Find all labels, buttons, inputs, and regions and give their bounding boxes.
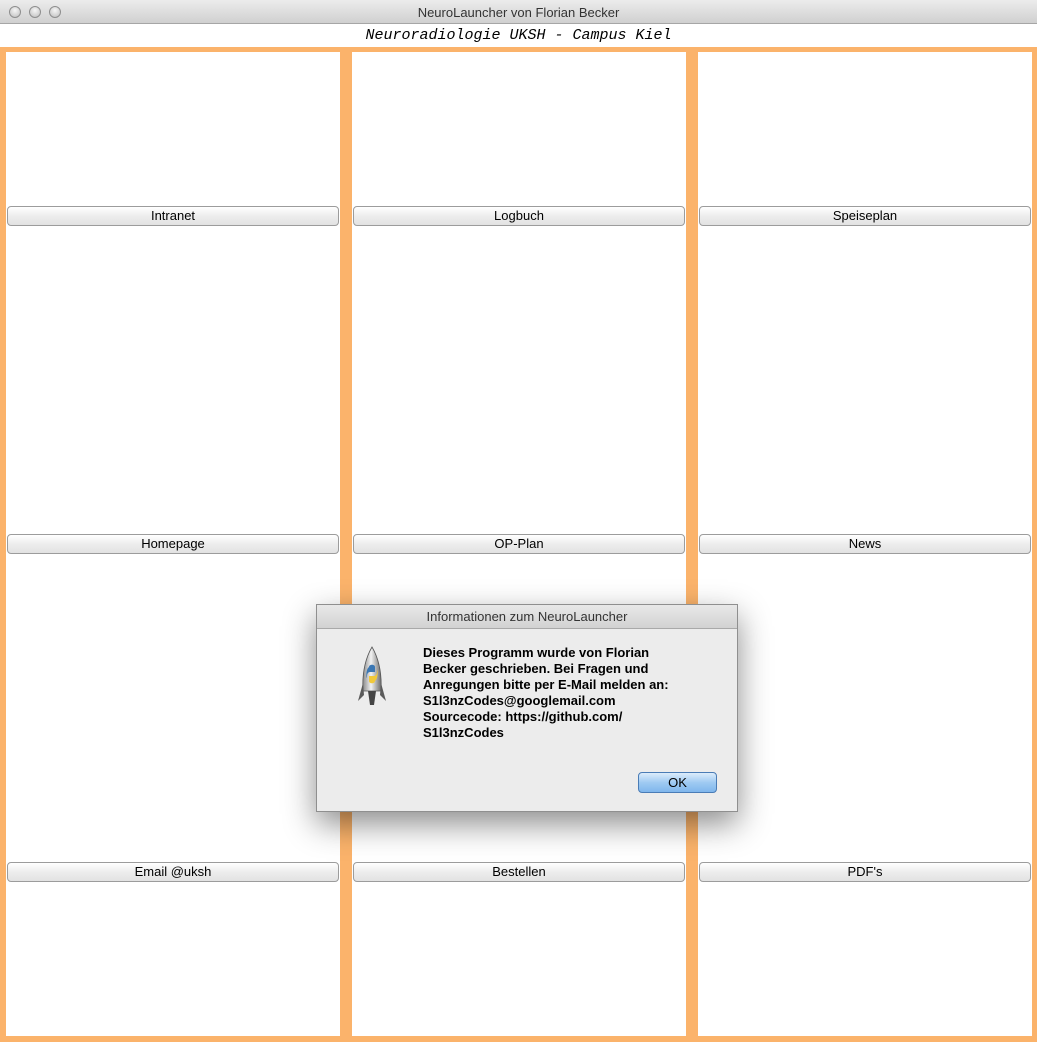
window-title: NeuroLauncher von Florian Becker [417,5,620,20]
dialog-message-line: Dieses Programm wurde von Florian [423,645,650,660]
dialog-message-line: S1l3nzCodes [423,725,504,740]
dialog-message-line: Anregungen bitte per E-Mail melden an: [423,677,669,692]
python-rocket-icon [357,645,387,709]
pdfs-button[interactable]: PDF's [699,862,1031,882]
dialog-title: Informationen zum NeuroLauncher [317,605,737,629]
page-subtitle: Neuroradiologie UKSH - Campus Kiel [365,27,672,44]
logbuch-button[interactable]: Logbuch [353,206,685,226]
bestellen-button[interactable]: Bestellen [353,862,685,882]
window-titlebar: NeuroLauncher von Florian Becker [0,0,1037,24]
dialog-message-line: Sourcecode: https://github.com/ [423,709,623,724]
dialog-message-line: S1l3nzCodes@googlemail.com [423,693,616,708]
intranet-button[interactable]: Intranet [7,206,339,226]
dialog-message: Dieses Programm wurde von Florian Becker… [423,645,723,741]
news-button[interactable]: News [699,534,1031,554]
email-button[interactable]: Email @uksh [7,862,339,882]
speiseplan-button[interactable]: Speiseplan [699,206,1031,226]
homepage-button[interactable]: Homepage [7,534,339,554]
op-plan-button[interactable]: OP-Plan [353,534,685,554]
dialog-message-line: Becker geschrieben. Bei Fragen und [423,661,649,676]
info-dialog: Informationen zum NeuroLauncher Dieses P… [316,604,738,812]
ok-button[interactable]: OK [638,772,717,793]
